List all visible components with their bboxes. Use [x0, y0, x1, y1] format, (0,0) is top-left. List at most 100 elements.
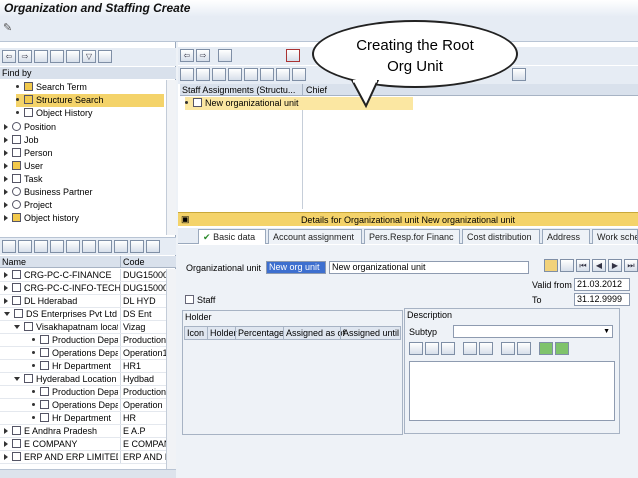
list-icon-9[interactable]	[130, 240, 144, 253]
assigned-until-column[interactable]: Assigned until	[340, 327, 399, 339]
table-row[interactable]: E COMPANY E COMPAN	[0, 438, 166, 451]
struct-icon-2[interactable]	[196, 68, 210, 81]
table-row[interactable]: Production Depa Production	[0, 334, 166, 347]
forward-icon[interactable]: ⇨	[18, 50, 32, 63]
holder-column[interactable]: Holder	[207, 327, 237, 339]
table-row[interactable]: Production Depa Production	[0, 386, 166, 399]
category-project[interactable]: Project	[4, 199, 164, 212]
last-page-icon[interactable]: ⏭	[624, 259, 638, 272]
list-icon-8[interactable]	[114, 240, 128, 253]
table-row[interactable]: DS Enterprises Pvt Ltd DS Ent	[0, 308, 166, 321]
list-icon-5[interactable]	[66, 240, 80, 253]
table-row[interactable]: Hyderabad Location Hydbad	[0, 373, 166, 386]
hitlist-scrollbar[interactable]	[166, 269, 176, 469]
overview-icon[interactable]	[218, 49, 232, 62]
percentage-column[interactable]: Percentage	[235, 327, 284, 339]
icon-column[interactable]: Icon	[187, 327, 204, 339]
planning-icon[interactable]	[544, 259, 558, 272]
struct-icon-8[interactable]	[292, 68, 306, 81]
table-row[interactable]: E Andhra Pradesh E A.P	[0, 425, 166, 438]
redo-icon[interactable]	[479, 342, 493, 355]
table-row[interactable]: Visakhapatnam locati Vizag	[0, 321, 166, 334]
tab-pers-resp[interactable]: Pers.Resp.for Financ	[364, 229, 460, 244]
paste-icon[interactable]	[441, 342, 455, 355]
org-unit-abbr-input[interactable]: New org unit	[266, 261, 326, 274]
category-object-history[interactable]: Object history	[4, 212, 164, 225]
find-item-structure-search[interactable]: Structure Search	[16, 94, 164, 107]
upload-icon[interactable]	[539, 342, 553, 355]
list-icon-1[interactable]	[2, 240, 16, 253]
find-item-search-term[interactable]: Search Term	[16, 81, 164, 94]
description-textarea[interactable]	[409, 361, 615, 421]
prev-page-icon[interactable]: ◀	[592, 259, 606, 272]
staff-assignments-column[interactable]: Staff Assignments (Structu...	[182, 84, 295, 96]
struct-icon-7[interactable]	[276, 68, 290, 81]
assigned-as-of-column[interactable]: Assigned as of	[283, 327, 345, 339]
category-task[interactable]: Task	[4, 173, 164, 186]
back-icon[interactable]: ⇦	[180, 49, 194, 62]
code-column-header[interactable]: Code	[120, 256, 145, 268]
find-next-icon[interactable]	[517, 342, 531, 355]
org-unit-label: Organizational unit	[186, 263, 262, 273]
list-icon-10[interactable]	[146, 240, 160, 253]
filter-icon[interactable]: ▽	[82, 50, 96, 63]
name-column-header[interactable]: Name	[2, 256, 26, 268]
hitlist-hscrollbar[interactable]	[0, 469, 176, 478]
delimit-icon[interactable]	[560, 259, 574, 272]
hitlist-header: Name Code	[0, 256, 176, 268]
find-icon[interactable]	[501, 342, 515, 355]
org-unit-name-input[interactable]: New organizational unit	[329, 261, 529, 274]
download-icon[interactable]	[555, 342, 569, 355]
category-job[interactable]: Job	[4, 134, 164, 147]
table-row[interactable]: Operations Depa Operation1	[0, 347, 166, 360]
tab-cost-distribution[interactable]: Cost distribution	[462, 229, 540, 244]
tool-icon-4[interactable]	[98, 50, 112, 63]
table-row[interactable]: ERP AND ERP LIMITED(EERP AND E	[0, 451, 166, 464]
staff-checkbox[interactable]	[185, 295, 194, 304]
tab-work-schedule[interactable]: Work sche	[592, 229, 638, 244]
find-item-object-history[interactable]: Object History	[16, 107, 164, 120]
list-icon-7[interactable]	[98, 240, 112, 253]
valid-from-input[interactable]: 21.03.2012	[574, 278, 630, 291]
next-page-icon[interactable]: ▶	[608, 259, 622, 272]
undo-icon[interactable]	[463, 342, 477, 355]
back-icon[interactable]: ⇦	[2, 50, 16, 63]
table-row[interactable]: Operations Depa Operation	[0, 399, 166, 412]
wand-icon[interactable]: ✎	[3, 21, 12, 34]
struct-icon-5[interactable]	[244, 68, 258, 81]
table-row[interactable]: CRG-PC-C-INFO-TECHNO DUG15000	[0, 282, 166, 295]
tab-basic-data[interactable]: ✔ Basic data	[198, 229, 266, 244]
list-icon-3[interactable]	[34, 240, 48, 253]
table-row[interactable]: Hr Department HR	[0, 412, 166, 425]
list-icon-6[interactable]	[82, 240, 96, 253]
tab-account-assignment[interactable]: Account assignment	[268, 229, 362, 244]
table-row[interactable]: CRG-PC-C-FINANCE DUG15000	[0, 269, 166, 282]
tab-address[interactable]: Address	[542, 229, 590, 244]
struct-icon-6[interactable]	[260, 68, 274, 81]
subtype-dropdown[interactable]: ▼	[453, 325, 613, 338]
staff-label: Staff	[197, 295, 216, 305]
tool-icon-2[interactable]	[50, 50, 64, 63]
category-user[interactable]: User	[4, 160, 164, 173]
struct-icon-1[interactable]	[180, 68, 194, 81]
list-icon-4[interactable]	[50, 240, 64, 253]
tool-icon-3[interactable]	[66, 50, 80, 63]
first-page-icon[interactable]: ⏮	[576, 259, 590, 272]
struct-icon-4[interactable]	[228, 68, 242, 81]
struct-icon-3[interactable]	[212, 68, 226, 81]
forward-icon[interactable]: ⇨	[196, 49, 210, 62]
category-business-partner[interactable]: Business Partner	[4, 186, 164, 199]
copy-icon[interactable]	[425, 342, 439, 355]
chief-column[interactable]: Chief	[302, 84, 327, 96]
cut-icon[interactable]	[409, 342, 423, 355]
red-tool-icon[interactable]	[286, 49, 300, 62]
description-title: Description	[405, 309, 619, 321]
find-by-scrollbar[interactable]	[166, 80, 176, 235]
category-position[interactable]: Position	[4, 121, 164, 134]
table-row[interactable]: Hr Department HR1	[0, 360, 166, 373]
table-row[interactable]: DL Hderabad DL HYD	[0, 295, 166, 308]
valid-to-input[interactable]: 31.12.9999	[574, 293, 630, 306]
tool-icon-1[interactable]	[34, 50, 48, 63]
category-person[interactable]: Person	[4, 147, 164, 160]
list-icon-2[interactable]	[18, 240, 32, 253]
